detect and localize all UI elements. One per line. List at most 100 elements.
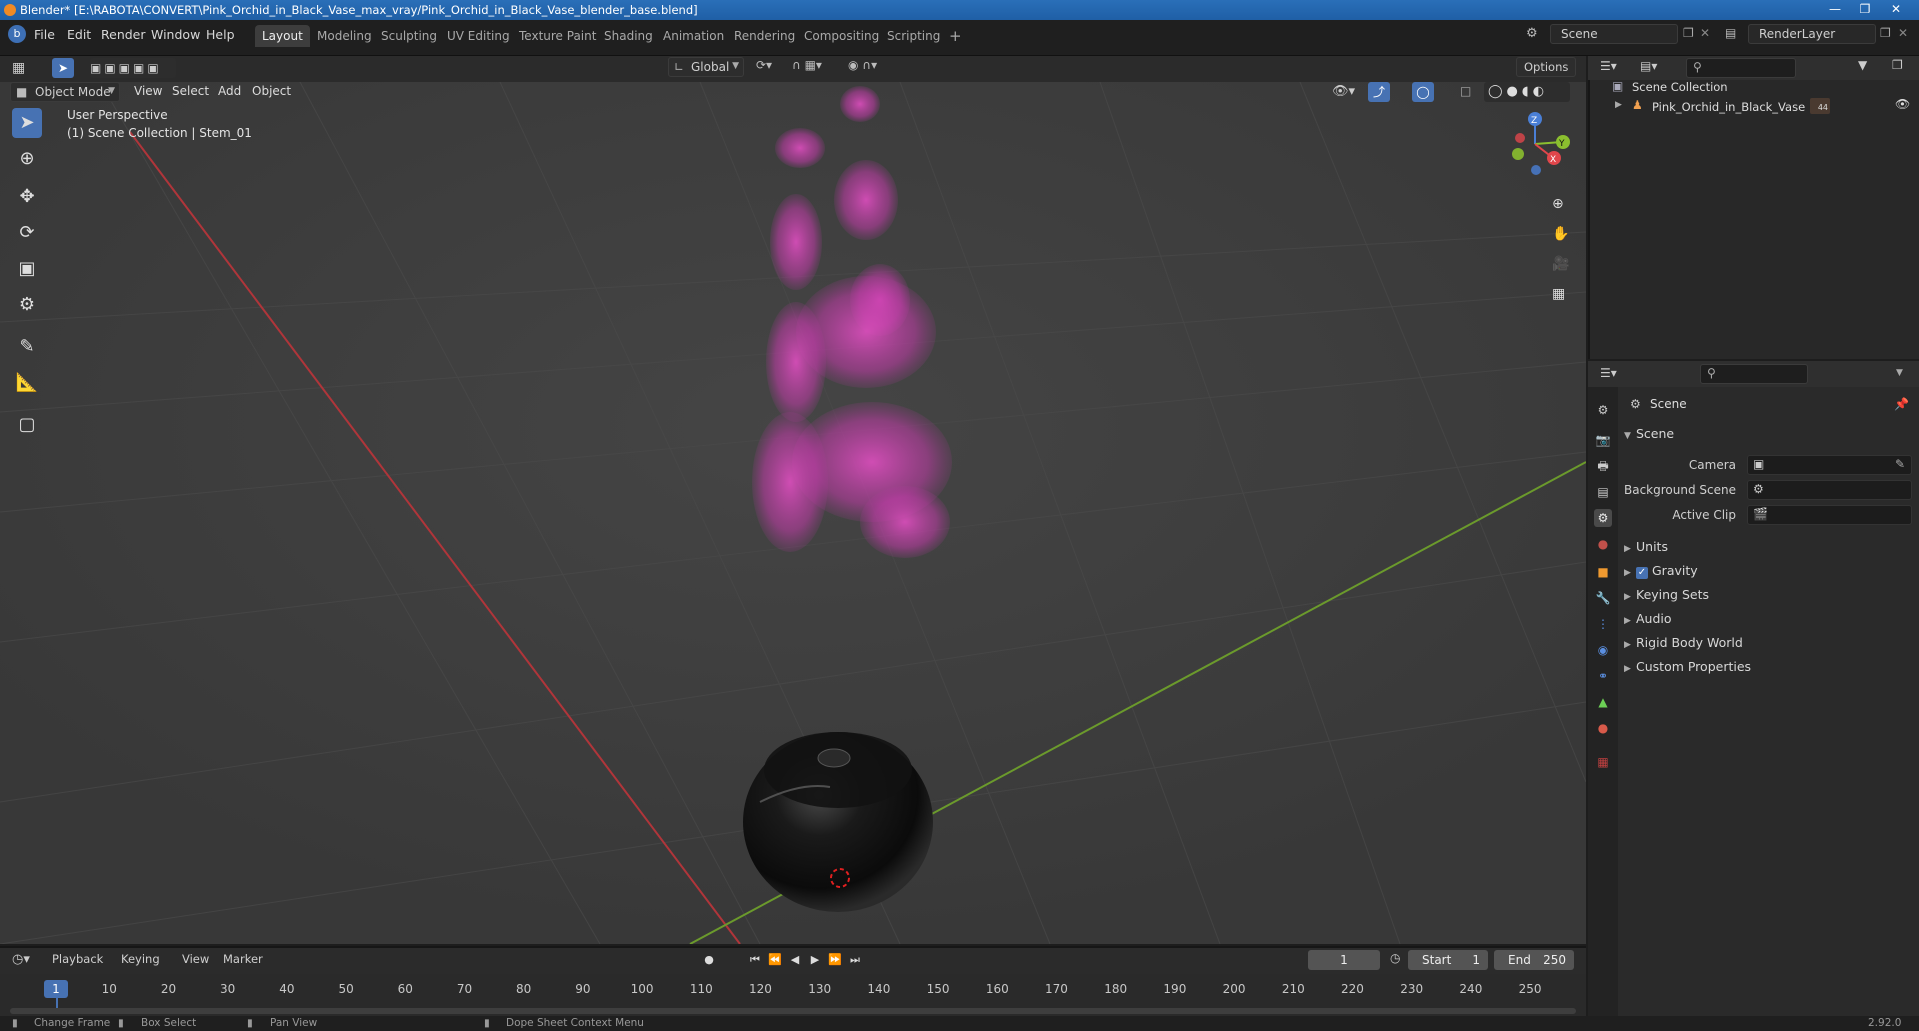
- scene-tab-icon[interactable]: ⚙: [1594, 509, 1612, 527]
- scale-tool[interactable]: ▣: [12, 254, 42, 284]
- physics-tab-icon[interactable]: ◉: [1594, 641, 1612, 659]
- outliner-root[interactable]: Scene Collection: [1632, 80, 1728, 94]
- mode-dropdown[interactable]: ■ Object Mode ▼: [10, 82, 120, 102]
- expand-arrow-icon[interactable]: ▶: [1615, 100, 1622, 110]
- tab-uv-editing[interactable]: UV Editing: [440, 25, 517, 47]
- tab-scripting[interactable]: Scripting: [880, 25, 947, 47]
- units-panel[interactable]: ▶ Units: [1624, 539, 1912, 561]
- tab-animation[interactable]: Animation: [656, 25, 731, 47]
- new-collection-icon[interactable]: ❐: [1892, 58, 1903, 72]
- rotate-tool[interactable]: ⟳: [12, 218, 42, 248]
- tab-rendering[interactable]: Rendering: [727, 25, 802, 47]
- menu-edit[interactable]: Edit: [67, 27, 91, 42]
- viewport-menu-view[interactable]: View: [134, 84, 162, 98]
- tab-layout[interactable]: Layout: [255, 25, 310, 47]
- outliner-search-input[interactable]: ⚲: [1686, 58, 1796, 78]
- custom-properties-panel[interactable]: ▶ Custom Properties: [1624, 659, 1912, 681]
- audio-panel[interactable]: ▶ Audio: [1624, 611, 1912, 633]
- play-icon[interactable]: ▶: [806, 951, 824, 969]
- new-layer-icon[interactable]: ❐: [1880, 26, 1891, 40]
- data-tab-icon[interactable]: ▲: [1594, 693, 1612, 711]
- eye-icon[interactable]: 👁: [1895, 97, 1910, 111]
- camera-view-icon[interactable]: 🎥: [1552, 256, 1569, 272]
- scene-panel-header[interactable]: ▼ Scene: [1624, 426, 1912, 448]
- material-tab-icon[interactable]: ●: [1594, 719, 1612, 737]
- pin-icon[interactable]: 📌: [1894, 397, 1909, 411]
- cursor-tool[interactable]: ⊕: [12, 144, 42, 174]
- layer-selector[interactable]: RenderLayer: [1748, 24, 1876, 44]
- jump-end-icon[interactable]: ⏭: [846, 951, 864, 969]
- add-workspace-button[interactable]: +: [942, 25, 969, 47]
- 3d-viewport[interactable]: [0, 82, 1586, 944]
- transform-orientation-dropdown[interactable]: Global ∟ ▼: [668, 57, 744, 77]
- gizmo-toggle-icon[interactable]: ⤴: [1368, 82, 1390, 102]
- viewport-menu-add[interactable]: Add: [218, 84, 241, 98]
- viewport-menu-object[interactable]: Object: [252, 84, 291, 98]
- clock-icon[interactable]: ◷: [1390, 951, 1400, 965]
- timeline-editor-icon[interactable]: ◷▾: [12, 952, 30, 967]
- editor-type-icon[interactable]: ▦: [12, 60, 25, 76]
- jump-start-icon[interactable]: ⏮: [746, 951, 764, 969]
- select-box-tool[interactable]: ➤: [12, 108, 42, 138]
- delete-scene-icon[interactable]: ✕: [1700, 26, 1710, 40]
- menu-window[interactable]: Window: [151, 27, 200, 42]
- scene-selector[interactable]: Scene: [1550, 24, 1678, 44]
- timeline-scrollbar[interactable]: [10, 1008, 1576, 1014]
- chevron-down-icon[interactable]: ▼: [1896, 368, 1903, 378]
- timeline-menu-marker[interactable]: Marker: [223, 952, 263, 966]
- zoom-icon[interactable]: ⊕: [1552, 196, 1564, 212]
- properties-search-input[interactable]: ⚲: [1700, 364, 1808, 384]
- start-frame-field[interactable]: Start 1: [1408, 950, 1488, 970]
- record-icon[interactable]: ●: [700, 951, 718, 969]
- measure-tool[interactable]: 📐: [12, 368, 42, 398]
- close-button[interactable]: ✕: [1883, 1, 1909, 17]
- object-tab-icon[interactable]: ■: [1594, 563, 1612, 581]
- blender-menu-icon[interactable]: b: [8, 25, 26, 43]
- overlay-toggle-icon[interactable]: ◯: [1412, 82, 1434, 102]
- jump-keyframe-forward-icon[interactable]: ⏩: [826, 951, 844, 969]
- viewport-menu-select[interactable]: Select: [172, 84, 209, 98]
- display-mode-icon[interactable]: ▤▾: [1640, 59, 1657, 73]
- move-tool[interactable]: ✥: [12, 182, 42, 212]
- proportional-edit-icon[interactable]: ◉ ∩▾: [848, 58, 877, 72]
- rigid-body-world-panel[interactable]: ▶ Rigid Body World: [1624, 635, 1912, 657]
- tab-compositing[interactable]: Compositing: [797, 25, 886, 47]
- tab-sculpting[interactable]: Sculpting: [374, 25, 444, 47]
- camera-field[interactable]: ▣ ✎: [1747, 455, 1912, 475]
- timeline-ruler[interactable]: 1 10 20 30 40 50 60 70 80 90 100 110 120 130 140 150 160…: [0, 974, 1586, 1016]
- add-cube-tool[interactable]: ▢: [12, 410, 42, 440]
- select-tool-icon[interactable]: ➤: [52, 58, 74, 78]
- navigation-gizmo[interactable]: Z Y X: [1490, 108, 1580, 188]
- output-tab-icon[interactable]: 🖶: [1594, 457, 1612, 475]
- menu-help[interactable]: Help: [206, 27, 235, 42]
- options-dropdown[interactable]: Options: [1516, 57, 1576, 77]
- timeline-menu-view[interactable]: View: [182, 952, 209, 966]
- render-tab-icon[interactable]: 📷: [1594, 431, 1612, 449]
- pivot-point-icon[interactable]: ⟳▾: [756, 58, 772, 72]
- gravity-checkbox[interactable]: ✓: [1636, 567, 1648, 579]
- eyedropper-icon[interactable]: ✎: [1895, 457, 1905, 471]
- transform-tool[interactable]: ⚙: [12, 290, 42, 320]
- texture-tab-icon[interactable]: ▦: [1594, 753, 1612, 771]
- tab-modeling[interactable]: Modeling: [310, 25, 379, 47]
- tab-shading[interactable]: Shading: [597, 25, 660, 47]
- delete-layer-icon[interactable]: ✕: [1898, 26, 1908, 40]
- jump-keyframe-back-icon[interactable]: ⏪: [766, 951, 784, 969]
- annotate-tool[interactable]: ✎: [12, 332, 42, 362]
- xray-icon[interactable]: □: [1460, 84, 1471, 98]
- menu-file[interactable]: File: [34, 27, 55, 42]
- filter-icon[interactable]: ▼: [1858, 58, 1867, 72]
- active-clip-field[interactable]: 🎬: [1747, 505, 1912, 525]
- new-scene-icon[interactable]: ❐: [1683, 26, 1694, 40]
- restore-button[interactable]: ❐: [1852, 1, 1878, 17]
- end-frame-field[interactable]: End 250: [1494, 950, 1574, 970]
- current-frame-field[interactable]: 1: [1308, 950, 1380, 970]
- play-reverse-icon[interactable]: ◀: [786, 951, 804, 969]
- outliner-editor-icon[interactable]: ☰▾: [1600, 59, 1617, 73]
- gravity-panel[interactable]: ▶ ✓ Gravity: [1624, 563, 1912, 585]
- visibility-icon[interactable]: 👁▾: [1332, 84, 1355, 99]
- timeline-menu-keying[interactable]: Keying: [121, 952, 160, 966]
- selection-mode-buttons[interactable]: ▣▣▣▣▣: [90, 58, 176, 78]
- properties-editor-icon[interactable]: ☰▾: [1600, 366, 1617, 380]
- keying-sets-panel[interactable]: ▶ Keying Sets: [1624, 587, 1912, 609]
